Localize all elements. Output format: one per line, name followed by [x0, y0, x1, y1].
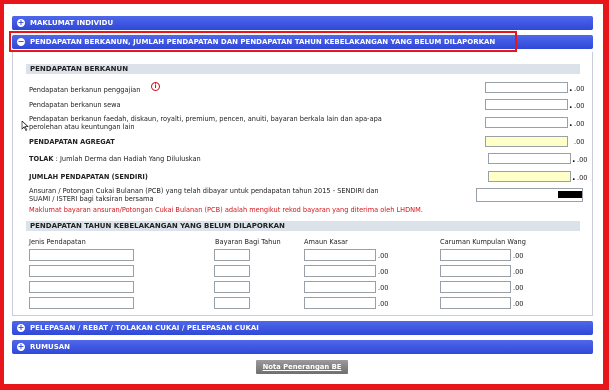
heading-pendapatan-berkanun: PENDAPATAN BERKANUN: [26, 64, 580, 74]
suffix-decimal: .00: [513, 300, 524, 308]
suffix-tolak: .00: [577, 156, 588, 164]
caruman-input[interactable]: [440, 297, 511, 309]
suffix-decimal: .00: [513, 284, 524, 292]
col-caruman: Caruman Kumpulan Wang: [440, 238, 526, 246]
bayaran-input[interactable]: [214, 297, 250, 309]
suffix-decimal: .00: [378, 300, 389, 308]
col-jenis: Jenis Pendapatan: [29, 238, 86, 246]
tolak-input[interactable]: [488, 153, 571, 164]
decimal-dot: .: [569, 84, 573, 94]
section-maklumat-individu[interactable]: + MAKLUMAT INDIVIDU: [12, 16, 593, 30]
suffix-sendiri: .00: [577, 174, 588, 182]
gaji-input[interactable]: [485, 82, 568, 93]
suffix-sewa: .00: [574, 102, 585, 110]
plus-icon: +: [17, 342, 25, 351]
tolak-bold: TOLAK: [29, 155, 54, 163]
plus-icon: +: [17, 323, 25, 332]
decimal-dot: .: [572, 173, 576, 183]
suffix-decimal: .00: [378, 252, 389, 260]
amaun-input[interactable]: [304, 249, 376, 261]
section-title: MAKLUMAT INDIVIDU: [30, 19, 114, 27]
amaun-input[interactable]: [304, 281, 376, 293]
label-gaji: Pendapatan berkanun penggajian: [29, 86, 141, 94]
info-icon[interactable]: i: [151, 82, 160, 91]
decimal-dot: .: [569, 101, 573, 111]
suffix-decimal: .00: [378, 268, 389, 276]
jenis-input[interactable]: [29, 249, 134, 261]
caruman-input[interactable]: [440, 265, 511, 277]
heading-kebelakangan: PENDAPATAN TAHUN KEBELAKANGAN YANG BELUM…: [26, 221, 580, 231]
section-rumusan[interactable]: + RUMUSAN: [12, 340, 593, 354]
decimal-dot: .: [569, 119, 573, 129]
pcb-note: Maklumat bayaran ansuran/Potongan Cukai …: [29, 206, 423, 214]
jenis-input[interactable]: [29, 265, 134, 277]
label-faedah-1: Pendapatan berkanun faedah, diskaun, roy…: [29, 115, 382, 123]
highlight-frame: [9, 31, 517, 52]
decimal-dot: .: [572, 155, 576, 165]
jenis-input[interactable]: [29, 297, 134, 309]
caruman-input[interactable]: [440, 249, 511, 261]
plus-icon: +: [17, 18, 25, 27]
redacted-value: [558, 191, 582, 198]
section-title: PELEPASAN / REBAT / TOLAKAN CUKAI / PELE…: [30, 324, 259, 332]
col-amaun: Amaun Kasar: [304, 238, 348, 246]
label-sewa: Pendapatan berkanun sewa: [29, 101, 121, 109]
amaun-input[interactable]: [304, 265, 376, 277]
nota-penerangan-button[interactable]: Nota Penerangan BE: [256, 360, 348, 374]
bayaran-input[interactable]: [214, 265, 250, 277]
label-sendiri: JUMLAH PENDAPATAN (SENDIRI): [29, 173, 148, 181]
bayaran-input[interactable]: [214, 249, 250, 261]
suffix-decimal: .00: [513, 252, 524, 260]
label-agregat: PENDAPATAN AGREGAT: [29, 138, 115, 146]
label-pcb-2: SUAMI / ISTERI bagi taksiran bersama: [29, 195, 154, 203]
caruman-input[interactable]: [440, 281, 511, 293]
label-faedah-2: perolehan atau keuntungan lain: [29, 123, 135, 131]
col-bayaran: Bayaran Bagi Tahun: [215, 238, 281, 246]
section-pelepasan[interactable]: + PELEPASAN / REBAT / TOLAKAN CUKAI / PE…: [12, 321, 593, 335]
section-title: RUMUSAN: [30, 343, 71, 351]
label-pcb-1: Ansuran / Potongan Cukai Bulanan (PCB) y…: [29, 187, 379, 195]
label-tolak: TOLAK : Jumlah Derma dan Hadiah Yang Dil…: [29, 155, 201, 163]
tolak-text: : Jumlah Derma dan Hadiah Yang Diluluska…: [55, 155, 201, 163]
sewa-input[interactable]: [485, 99, 568, 110]
agregat-field: [485, 136, 568, 147]
amaun-input[interactable]: [304, 297, 376, 309]
suffix-decimal: .00: [378, 284, 389, 292]
suffix-decimal: .00: [513, 268, 524, 276]
sendiri-field: [488, 171, 571, 182]
faedah-input[interactable]: [485, 117, 568, 128]
bayaran-input[interactable]: [214, 281, 250, 293]
suffix-agregat: .00: [574, 138, 585, 146]
jenis-input[interactable]: [29, 281, 134, 293]
suffix-faedah: .00: [574, 120, 585, 128]
mouse-cursor-icon: [21, 121, 29, 131]
suffix-gaji: .00: [574, 85, 585, 93]
